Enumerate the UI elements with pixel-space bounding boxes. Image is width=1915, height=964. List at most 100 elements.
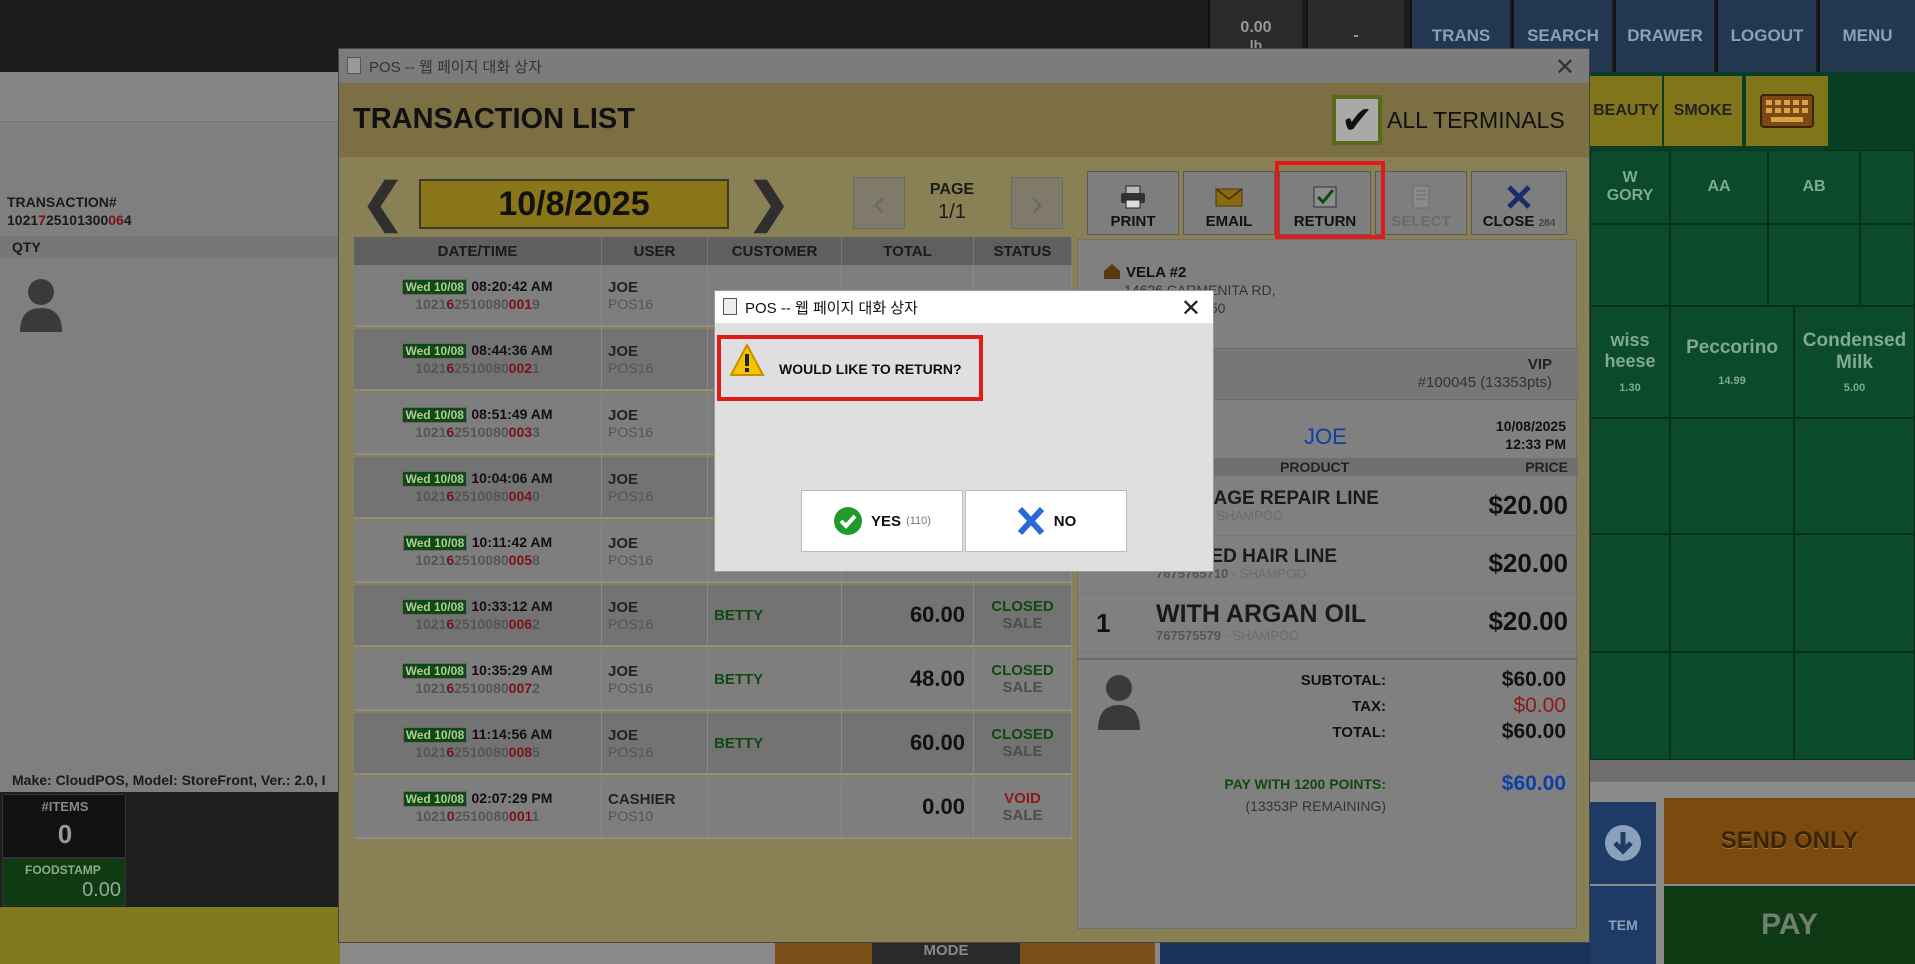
total-value: 48.00 <box>909 666 965 691</box>
receipt-item[interactable]: 1 WITH ARGAN OIL 767575579 - SHAMPOO $20.00 <box>1078 594 1578 652</box>
items-value: 0 <box>57 819 73 849</box>
cell-datetime: Wed 10/08 08:51:49 AM 1021625100800033 <box>354 393 602 453</box>
empty-cell[interactable] <box>1768 224 1860 306</box>
product-condensed-milk[interactable]: Condensed Milk 5.00 <box>1794 306 1915 418</box>
send-only-button[interactable]: SEND ONLY <box>1664 798 1915 884</box>
txn-number: 1021625100800062 <box>415 616 540 632</box>
next-page-button[interactable]: › <box>1011 177 1063 229</box>
txn-time: 08:44:36 AM <box>471 342 553 358</box>
logout-button[interactable]: LOGOUT <box>1716 0 1816 72</box>
product-name: wiss heese <box>1604 330 1656 371</box>
yes-button[interactable]: YES (110) <box>801 490 963 552</box>
txn-part: 6 <box>446 744 455 760</box>
item-price: $20.00 <box>1488 490 1568 520</box>
txn-part: 6 <box>446 552 455 568</box>
table-row[interactable]: Wed 10/08 10:35:29 AM 1021625100800072 JOE… <box>354 649 1072 711</box>
all-terminals-checkbox[interactable]: ✔ <box>1332 95 1382 145</box>
foodstamp-value: 0.00 <box>82 879 121 901</box>
prev-page-button[interactable]: ‹ <box>853 177 905 229</box>
table-row[interactable]: Wed 10/08 02:07:29 PM 1021025100800011 CAS… <box>354 777 1072 839</box>
txn-part: 6 <box>446 616 455 632</box>
item-category: - SHAMPOO <box>1228 566 1307 581</box>
txn-part: 6 <box>446 296 455 312</box>
mode-label: MODE <box>923 942 969 959</box>
customer-avatar-icon[interactable] <box>16 272 66 334</box>
confirm-return-dialog: POS -- 웹 페이지 대화 상자 ✕ WOULD LIKE TO RETUR… <box>714 290 1214 572</box>
print-button[interactable]: PRINT <box>1087 171 1179 235</box>
product-swiss-cheese[interactable]: wiss heese 1.30 <box>1590 306 1670 418</box>
cell-status: CLOSED SALE <box>974 585 1072 645</box>
user-name: JOE <box>608 726 639 744</box>
envelope-icon <box>1215 188 1243 207</box>
cell-datetime: Wed 10/08 02:07:29 PM 1021025100800011 <box>354 777 602 837</box>
cell-user: JOE POS16 <box>602 585 708 645</box>
empty-cell[interactable] <box>1670 652 1794 760</box>
confirm-window-title: POS -- 웹 페이지 대화 상자 <box>745 299 918 317</box>
category-button[interactable]: W GORY <box>1590 150 1670 224</box>
empty-cell[interactable] <box>1794 652 1915 760</box>
empty-cell[interactable] <box>1590 418 1670 534</box>
empty-cell[interactable] <box>1794 418 1915 534</box>
no-button[interactable]: NO <box>965 490 1127 552</box>
empty-cell[interactable] <box>1860 224 1915 306</box>
email-button[interactable]: EMAIL <box>1183 171 1275 235</box>
menu-button[interactable]: MENU <box>1818 0 1915 72</box>
left-panel: TRANSACTION# 1021725101300064 QTY Make: … <box>0 72 340 792</box>
receipt-divider <box>1078 658 1578 660</box>
receipt-date: 10/08/2025 <box>1495 418 1566 434</box>
col-customer: CUSTOMER <box>708 237 842 265</box>
empty-cell[interactable] <box>1794 534 1915 652</box>
empty-cell[interactable] <box>1670 534 1794 652</box>
empty-cell[interactable] <box>1670 418 1794 534</box>
total-value: 60.00 <box>909 730 965 755</box>
txn-time: 10:33:12 AM <box>471 598 553 614</box>
table-row[interactable]: Wed 10/08 10:33:12 AM 1021625100800062 JOE… <box>354 585 1072 647</box>
item-button[interactable]: TEM <box>1590 886 1656 964</box>
message-highlight-box <box>717 335 983 401</box>
txn-part: 001 <box>508 296 533 312</box>
beauty-button[interactable]: BEAUTY <box>1590 76 1662 146</box>
mode-button[interactable]: MODE <box>872 942 1020 964</box>
txn-time: 11:14:56 AM <box>471 726 553 742</box>
bottom-blue-strip <box>1160 942 1590 964</box>
empty-cell[interactable] <box>1590 224 1670 306</box>
close-button[interactable]: CLOSE 284 <box>1471 171 1567 235</box>
select-button[interactable]: SELECT <box>1375 171 1467 235</box>
product-peccorino[interactable]: Peccorino 14.99 <box>1670 306 1794 418</box>
page-number: 1/1 <box>938 201 966 223</box>
check-circle-icon <box>834 507 863 535</box>
prev-date-arrow-icon[interactable]: ❮ <box>361 177 405 229</box>
items-box: #ITEMS 0 <box>2 794 126 858</box>
smoke-button[interactable]: SMOKE <box>1664 76 1742 146</box>
cell-customer <box>708 777 842 837</box>
cell-user: JOE POS16 <box>602 457 708 517</box>
empty-cell[interactable] <box>1590 652 1670 760</box>
next-date-arrow-icon[interactable]: ❯ <box>747 177 791 229</box>
cell-total: 48.00 <box>842 649 974 709</box>
total-value: 60.00 <box>909 602 965 627</box>
status-secondary: SALE <box>1002 679 1043 696</box>
day-badge: Wed 10/08 <box>402 791 468 807</box>
subtotal-value: $60.00 <box>1501 668 1566 691</box>
scroll-down-icon[interactable] <box>1590 802 1656 884</box>
col-product: PRODUCT <box>1280 459 1350 475</box>
date-field[interactable]: 10/8/2025 <box>419 179 729 229</box>
pay-button[interactable]: PAY <box>1664 886 1915 964</box>
printer-icon <box>1121 185 1145 209</box>
empty-cell[interactable] <box>1670 224 1768 306</box>
tax-value: $0.00 <box>1513 694 1566 717</box>
table-row[interactable]: Wed 10/08 11:14:56 AM 1021625100800085 JOE… <box>354 713 1072 775</box>
category-ab-button[interactable]: AB <box>1768 150 1860 224</box>
txn-part: 0 <box>446 808 455 824</box>
drawer-button[interactable]: DRAWER <box>1614 0 1714 72</box>
subtotal-label: SUBTOTAL: <box>1300 672 1386 689</box>
keyboard-icon[interactable] <box>1746 76 1828 146</box>
product-price: 1.30 <box>1619 382 1641 394</box>
dialog-close-icon[interactable]: ✕ <box>1555 53 1575 82</box>
txn-part: 2510080 <box>454 808 510 824</box>
confirm-close-icon[interactable]: ✕ <box>1181 294 1201 323</box>
cell-datetime: Wed 10/08 10:35:29 AM 1021625100800072 <box>354 649 602 709</box>
category-aa-button[interactable]: AA <box>1670 150 1768 224</box>
category-empty-button[interactable] <box>1860 150 1915 224</box>
empty-cell[interactable] <box>1590 534 1670 652</box>
